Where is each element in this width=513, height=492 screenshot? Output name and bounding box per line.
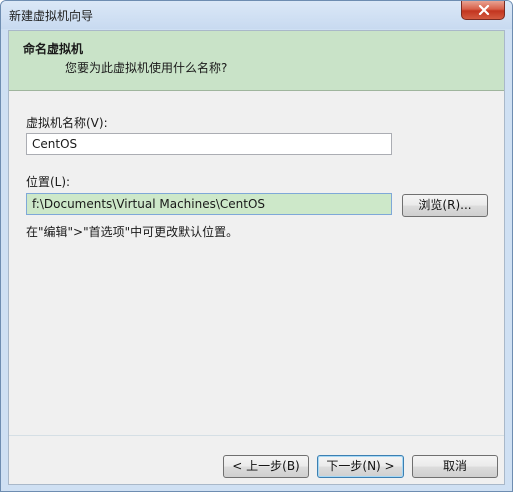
close-icon — [478, 5, 490, 15]
page-subtitle: 您要为此虚拟机使用什么名称? — [65, 61, 228, 75]
location-label: 位置(L): — [26, 175, 71, 189]
footer-separator — [9, 435, 504, 436]
back-button[interactable]: < 上一步(B) — [223, 455, 309, 478]
vm-name-label: 虚拟机名称(V): — [26, 116, 108, 130]
page-title: 命名虚拟机 — [23, 42, 84, 56]
wizard-content: 命名虚拟机 您要为此虚拟机使用什么名称? 虚拟机名称(V): CentOS 位置… — [8, 30, 505, 485]
vm-name-input[interactable]: CentOS — [26, 133, 392, 155]
location-hint: 在"编辑">"首选项"中可更改默认位置。 — [26, 225, 239, 239]
window-title: 新建虚拟机向导 — [9, 9, 94, 23]
location-input[interactable]: f:\Documents\Virtual Machines\CentOS — [26, 193, 392, 215]
title-bar[interactable]: 新建虚拟机向导 — [1, 1, 512, 29]
close-button[interactable] — [461, 1, 505, 20]
cancel-button[interactable]: 取消 — [412, 455, 498, 478]
next-button[interactable]: 下一步(N) > — [317, 455, 404, 478]
wizard-header: 命名虚拟机 您要为此虚拟机使用什么名称? — [9, 31, 504, 91]
browse-button[interactable]: 浏览(R)... — [402, 194, 488, 217]
wizard-window: 新建虚拟机向导 命名虚拟机 您要为此虚拟机使用什么名称? 虚拟机名称(V): C… — [0, 0, 513, 492]
